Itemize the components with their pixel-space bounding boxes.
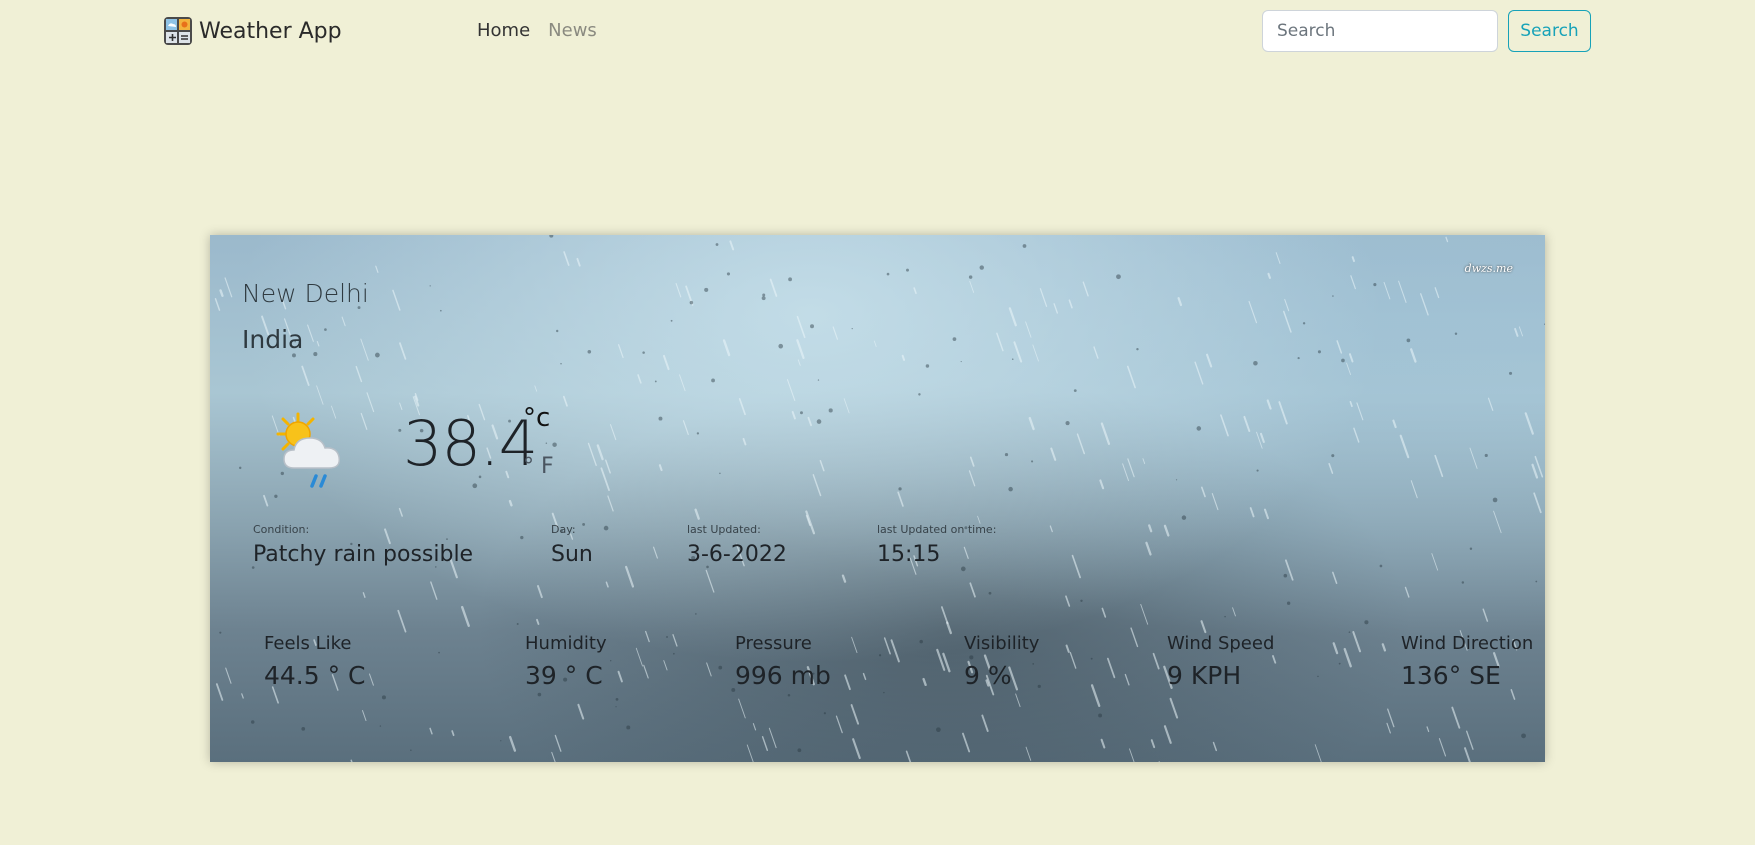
humidity-label: Humidity bbox=[525, 633, 607, 654]
temperature-value: 38.4 bbox=[403, 407, 538, 480]
brand-title: Weather App bbox=[199, 18, 342, 44]
pressure-label: Pressure bbox=[735, 633, 812, 654]
navbar: Weather App Home News Search bbox=[0, 0, 1755, 64]
last-updated-label: last Updated: bbox=[687, 523, 761, 536]
nav-link-news[interactable]: News bbox=[548, 20, 597, 41]
feels-like-value: 44.5 ° C bbox=[264, 661, 366, 690]
visibility-value: 9 % bbox=[964, 661, 1012, 690]
last-updated-time-label: last Updated on time: bbox=[877, 523, 997, 536]
day-value: Sun bbox=[551, 542, 593, 567]
city-name: New Delhi bbox=[242, 279, 369, 308]
humidity-value: 39 ° C bbox=[525, 661, 603, 690]
wind-speed-label: Wind Speed bbox=[1167, 633, 1275, 654]
rain-drops-background bbox=[214, 235, 1545, 762]
day-label: Day: bbox=[551, 523, 576, 536]
fahrenheit-unit[interactable]: ° F bbox=[523, 454, 554, 479]
search-button[interactable]: Search bbox=[1508, 10, 1591, 52]
weather-card: dwzs.me New Delhi India 38.4 °c ° F Cond… bbox=[210, 235, 1545, 762]
condition-label: Condition: bbox=[253, 523, 310, 536]
last-updated-value: 3-6-2022 bbox=[687, 542, 787, 567]
watermark: dwzs.me bbox=[1464, 262, 1513, 275]
weather-app-logo-icon bbox=[164, 17, 192, 45]
wind-direction-label: Wind Direction bbox=[1401, 633, 1534, 654]
last-updated-time-value: 15:15 bbox=[877, 542, 941, 567]
nav-link-home[interactable]: Home bbox=[477, 20, 530, 41]
search-input[interactable] bbox=[1262, 10, 1498, 52]
visibility-label: Visibility bbox=[964, 633, 1040, 654]
partly-cloudy-rain-icon bbox=[276, 412, 341, 488]
wind-speed-value: 9 KPH bbox=[1167, 661, 1242, 690]
brand-link[interactable]: Weather App bbox=[163, 16, 342, 46]
feels-like-label: Feels Like bbox=[264, 633, 352, 654]
pressure-value: 996 mb bbox=[735, 661, 831, 690]
nav-links: Home News bbox=[477, 20, 597, 41]
wind-direction-value: 136° SE bbox=[1401, 661, 1501, 690]
condition-value: Patchy rain possible bbox=[253, 542, 474, 567]
celsius-unit[interactable]: °c bbox=[523, 403, 550, 433]
country-name: India bbox=[242, 325, 304, 354]
